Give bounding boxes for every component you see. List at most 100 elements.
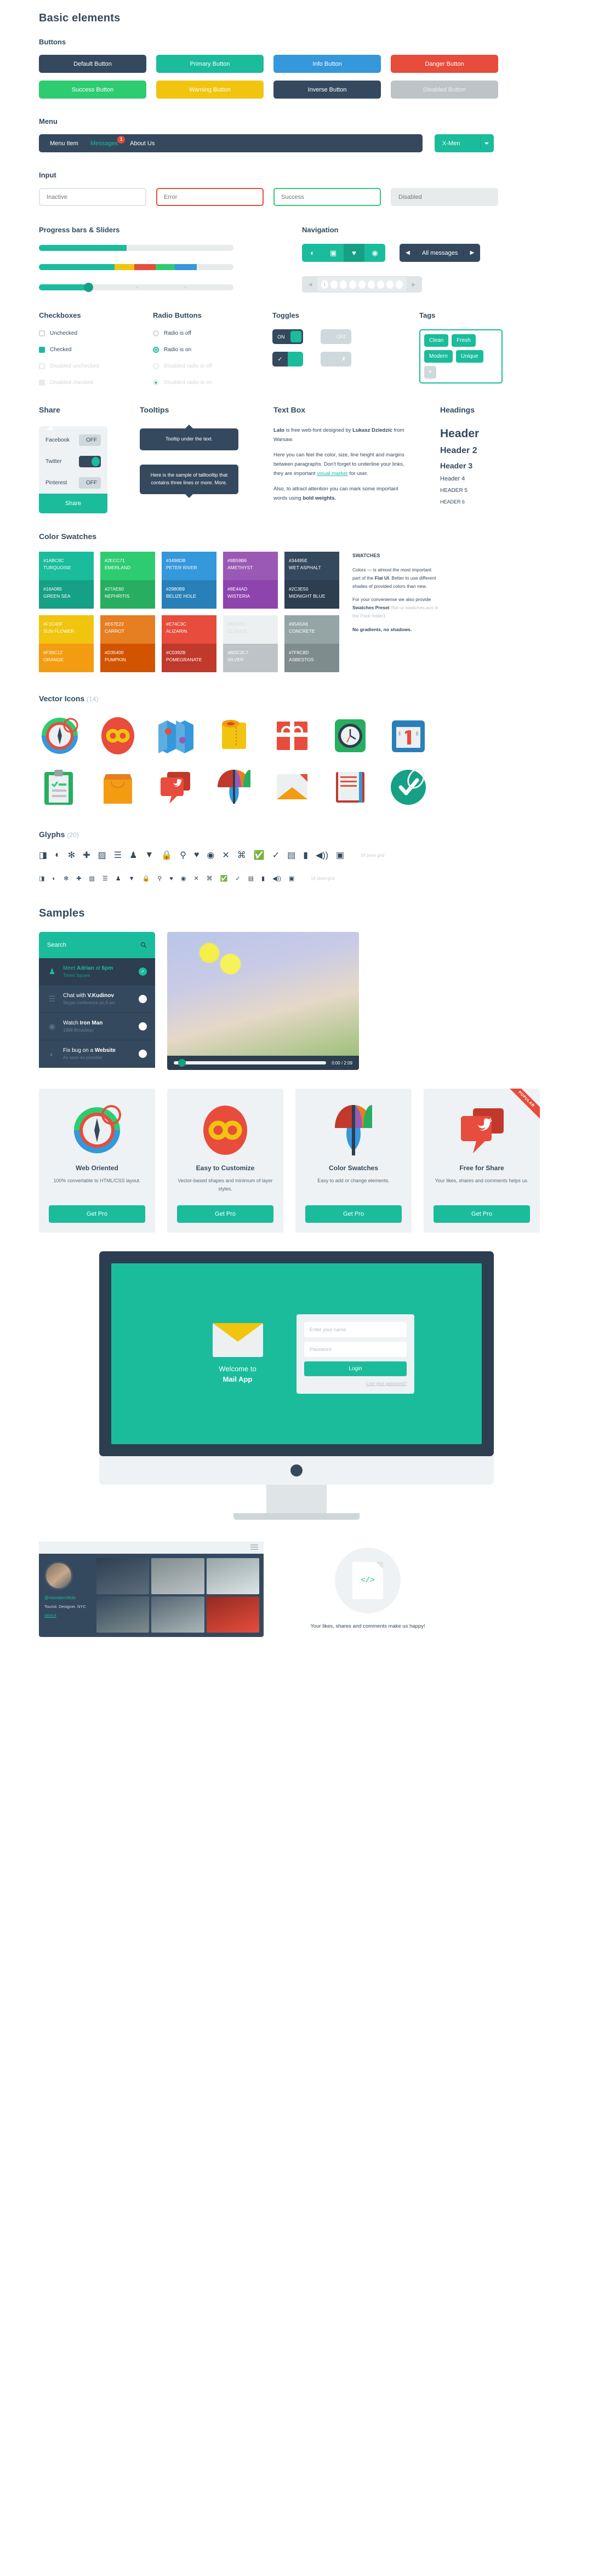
get-pro-button[interactable]: Get Pro — [305, 1205, 402, 1223]
check-icon[interactable]: ✓ — [235, 875, 240, 882]
radio-radio-is-off[interactable]: Radio is off — [153, 330, 241, 336]
camera-icon[interactable]: ▣ — [336, 850, 344, 861]
check-icon[interactable]: ✓ — [272, 850, 280, 861]
gear-icon[interactable]: ✻ — [68, 850, 75, 861]
radio-radio-is-on[interactable]: Radio is on — [153, 347, 241, 353]
close-icon[interactable]: ✕ — [193, 875, 198, 882]
command-icon[interactable]: ⌘ — [237, 850, 246, 861]
button-warning-button[interactable]: Warning Button — [156, 81, 264, 99]
todo-item[interactable]: ◐ Fix bug on a Website As soon as possible — [39, 1040, 155, 1068]
menu-item-menu-item[interactable]: Menu Item — [50, 140, 78, 147]
monitor-power-button[interactable] — [290, 1464, 303, 1476]
camera-icon[interactable]: ▣ — [323, 244, 344, 262]
tag-fresh[interactable]: Fresh — [452, 334, 476, 347]
photo-thumbnail[interactable] — [96, 1558, 150, 1594]
todo-checkbox[interactable] — [139, 1022, 147, 1031]
todo-checkbox[interactable]: ✓ — [139, 968, 147, 976]
share-button[interactable]: Share — [39, 494, 107, 513]
toggle-on[interactable]: ON — [272, 329, 303, 344]
heart-icon[interactable]: ♥ — [344, 244, 364, 262]
plus-icon[interactable]: ✚ — [83, 850, 90, 861]
prev-arrow-icon[interactable]: ◀ — [400, 250, 416, 256]
profile-site-link[interactable]: stlcrt.it — [44, 1613, 91, 1618]
pager-next[interactable]: ▶ — [407, 282, 421, 288]
dropdown-xmen[interactable]: X-Men — [435, 134, 494, 152]
toggle-off[interactable]: OFF — [321, 329, 351, 344]
input-success[interactable] — [273, 188, 381, 206]
eye-icon[interactable]: ◉ — [181, 875, 186, 882]
eye-icon[interactable]: ◉ — [364, 244, 385, 262]
share-toggle-pinterest[interactable]: OFF — [79, 477, 101, 489]
get-pro-button[interactable]: Get Pro — [177, 1205, 273, 1223]
edit-icon[interactable]: ▨ — [98, 850, 106, 861]
checkbox-checked[interactable]: Checked — [39, 347, 121, 353]
photo-thumbnail[interactable] — [151, 1596, 204, 1633]
list-icon[interactable]: ☰ — [114, 850, 122, 861]
calendar-icon[interactable]: ▤ — [287, 850, 295, 861]
pager-dot[interactable] — [330, 280, 338, 289]
edit-icon[interactable]: ▨ — [89, 875, 95, 882]
pager-dot[interactable] — [349, 280, 356, 289]
get-pro-button[interactable]: Get Pro — [434, 1205, 530, 1223]
pager-dot[interactable] — [358, 280, 366, 289]
command-icon[interactable]: ⌘ — [207, 875, 213, 882]
comment-icon[interactable]: ▮ — [303, 850, 308, 861]
checkbox-unchecked[interactable]: Unchecked — [39, 330, 121, 336]
clock-icon[interactable]: ◐ — [302, 244, 323, 262]
clock-icon[interactable]: ◐ — [52, 875, 56, 882]
tag-unique[interactable]: Unique — [455, 350, 483, 363]
photo-thumbnail[interactable] — [206, 1596, 259, 1633]
todo-checkbox[interactable] — [139, 995, 147, 1003]
lock-icon[interactable]: 🔒 — [161, 850, 172, 861]
toggle-check[interactable]: ✓ — [272, 352, 303, 367]
share-toggle-facebook[interactable]: OFF — [79, 434, 101, 446]
comment-icon[interactable]: ▮ — [261, 875, 265, 882]
video-icon[interactable]: ◨ — [39, 850, 47, 861]
input-error[interactable] — [156, 188, 264, 206]
check-circle-icon[interactable]: ✅ — [254, 850, 265, 861]
user-icon[interactable]: ♟ — [129, 850, 137, 861]
camera-icon[interactable]: ▣ — [289, 875, 294, 882]
photo-thumbnail[interactable] — [151, 1558, 204, 1594]
lost-password-link[interactable]: Lost your password? — [304, 1381, 407, 1386]
eye-icon[interactable]: ◉ — [207, 850, 214, 861]
pager-dot[interactable] — [386, 280, 394, 289]
todo-item[interactable]: ♟ Meet Adrian at 6pm Times Square ✓ — [39, 958, 155, 986]
photo-thumbnail[interactable] — [96, 1596, 150, 1633]
share-toggle-twitter[interactable]: ON — [79, 456, 101, 467]
heart-icon[interactable]: ♥ — [169, 875, 173, 882]
range-slider[interactable] — [39, 283, 233, 292]
pager-dot[interactable] — [377, 280, 384, 289]
video-icon[interactable]: ◨ — [39, 875, 44, 882]
todo-search-bar[interactable]: Search — [39, 932, 155, 958]
button-inverse-button[interactable]: Inverse Button — [273, 81, 381, 99]
get-pro-button[interactable]: Get Pro — [49, 1205, 145, 1223]
lock-icon[interactable]: 🔒 — [142, 875, 150, 882]
button-default-button[interactable]: Default Button — [39, 55, 146, 73]
slider-knob[interactable] — [83, 283, 93, 292]
video-progress-track[interactable] — [174, 1059, 327, 1067]
plus-icon[interactable]: ✚ — [76, 875, 81, 882]
mail-icon[interactable]: ▼ — [145, 850, 153, 860]
toggle-cross[interactable]: ✗ — [321, 352, 351, 367]
next-arrow-icon[interactable]: ▶ — [464, 250, 480, 256]
pager-dot[interactable] — [340, 280, 347, 289]
volume-icon[interactable]: ◀)) — [272, 875, 281, 882]
tag-clean[interactable]: Clean — [424, 334, 449, 347]
pin-icon[interactable]: ⚲ — [180, 850, 186, 861]
todo-item[interactable]: ◉ Watch Iron Man 1998 Broadway — [39, 1013, 155, 1040]
calendar-icon[interactable]: ▤ — [248, 875, 254, 882]
add-tag-button[interactable]: + — [424, 366, 436, 379]
pager-prev[interactable]: ◀ — [303, 282, 317, 288]
menu-icon[interactable] — [250, 1544, 258, 1551]
gear-icon[interactable]: ✻ — [64, 875, 69, 882]
menu-item-about-us[interactable]: About Us — [130, 140, 155, 147]
pager-dot[interactable] — [396, 280, 403, 289]
check-circle-icon[interactable]: ✅ — [220, 875, 228, 882]
button-info-button[interactable]: Info Button — [273, 55, 381, 73]
pin-icon[interactable]: ⚲ — [157, 875, 162, 882]
button-danger-button[interactable]: Danger Button — [391, 55, 498, 73]
volume-icon[interactable]: ◀)) — [316, 850, 328, 861]
mail-icon[interactable]: ▼ — [129, 875, 135, 882]
name-field[interactable]: Enter your name — [304, 1321, 407, 1337]
